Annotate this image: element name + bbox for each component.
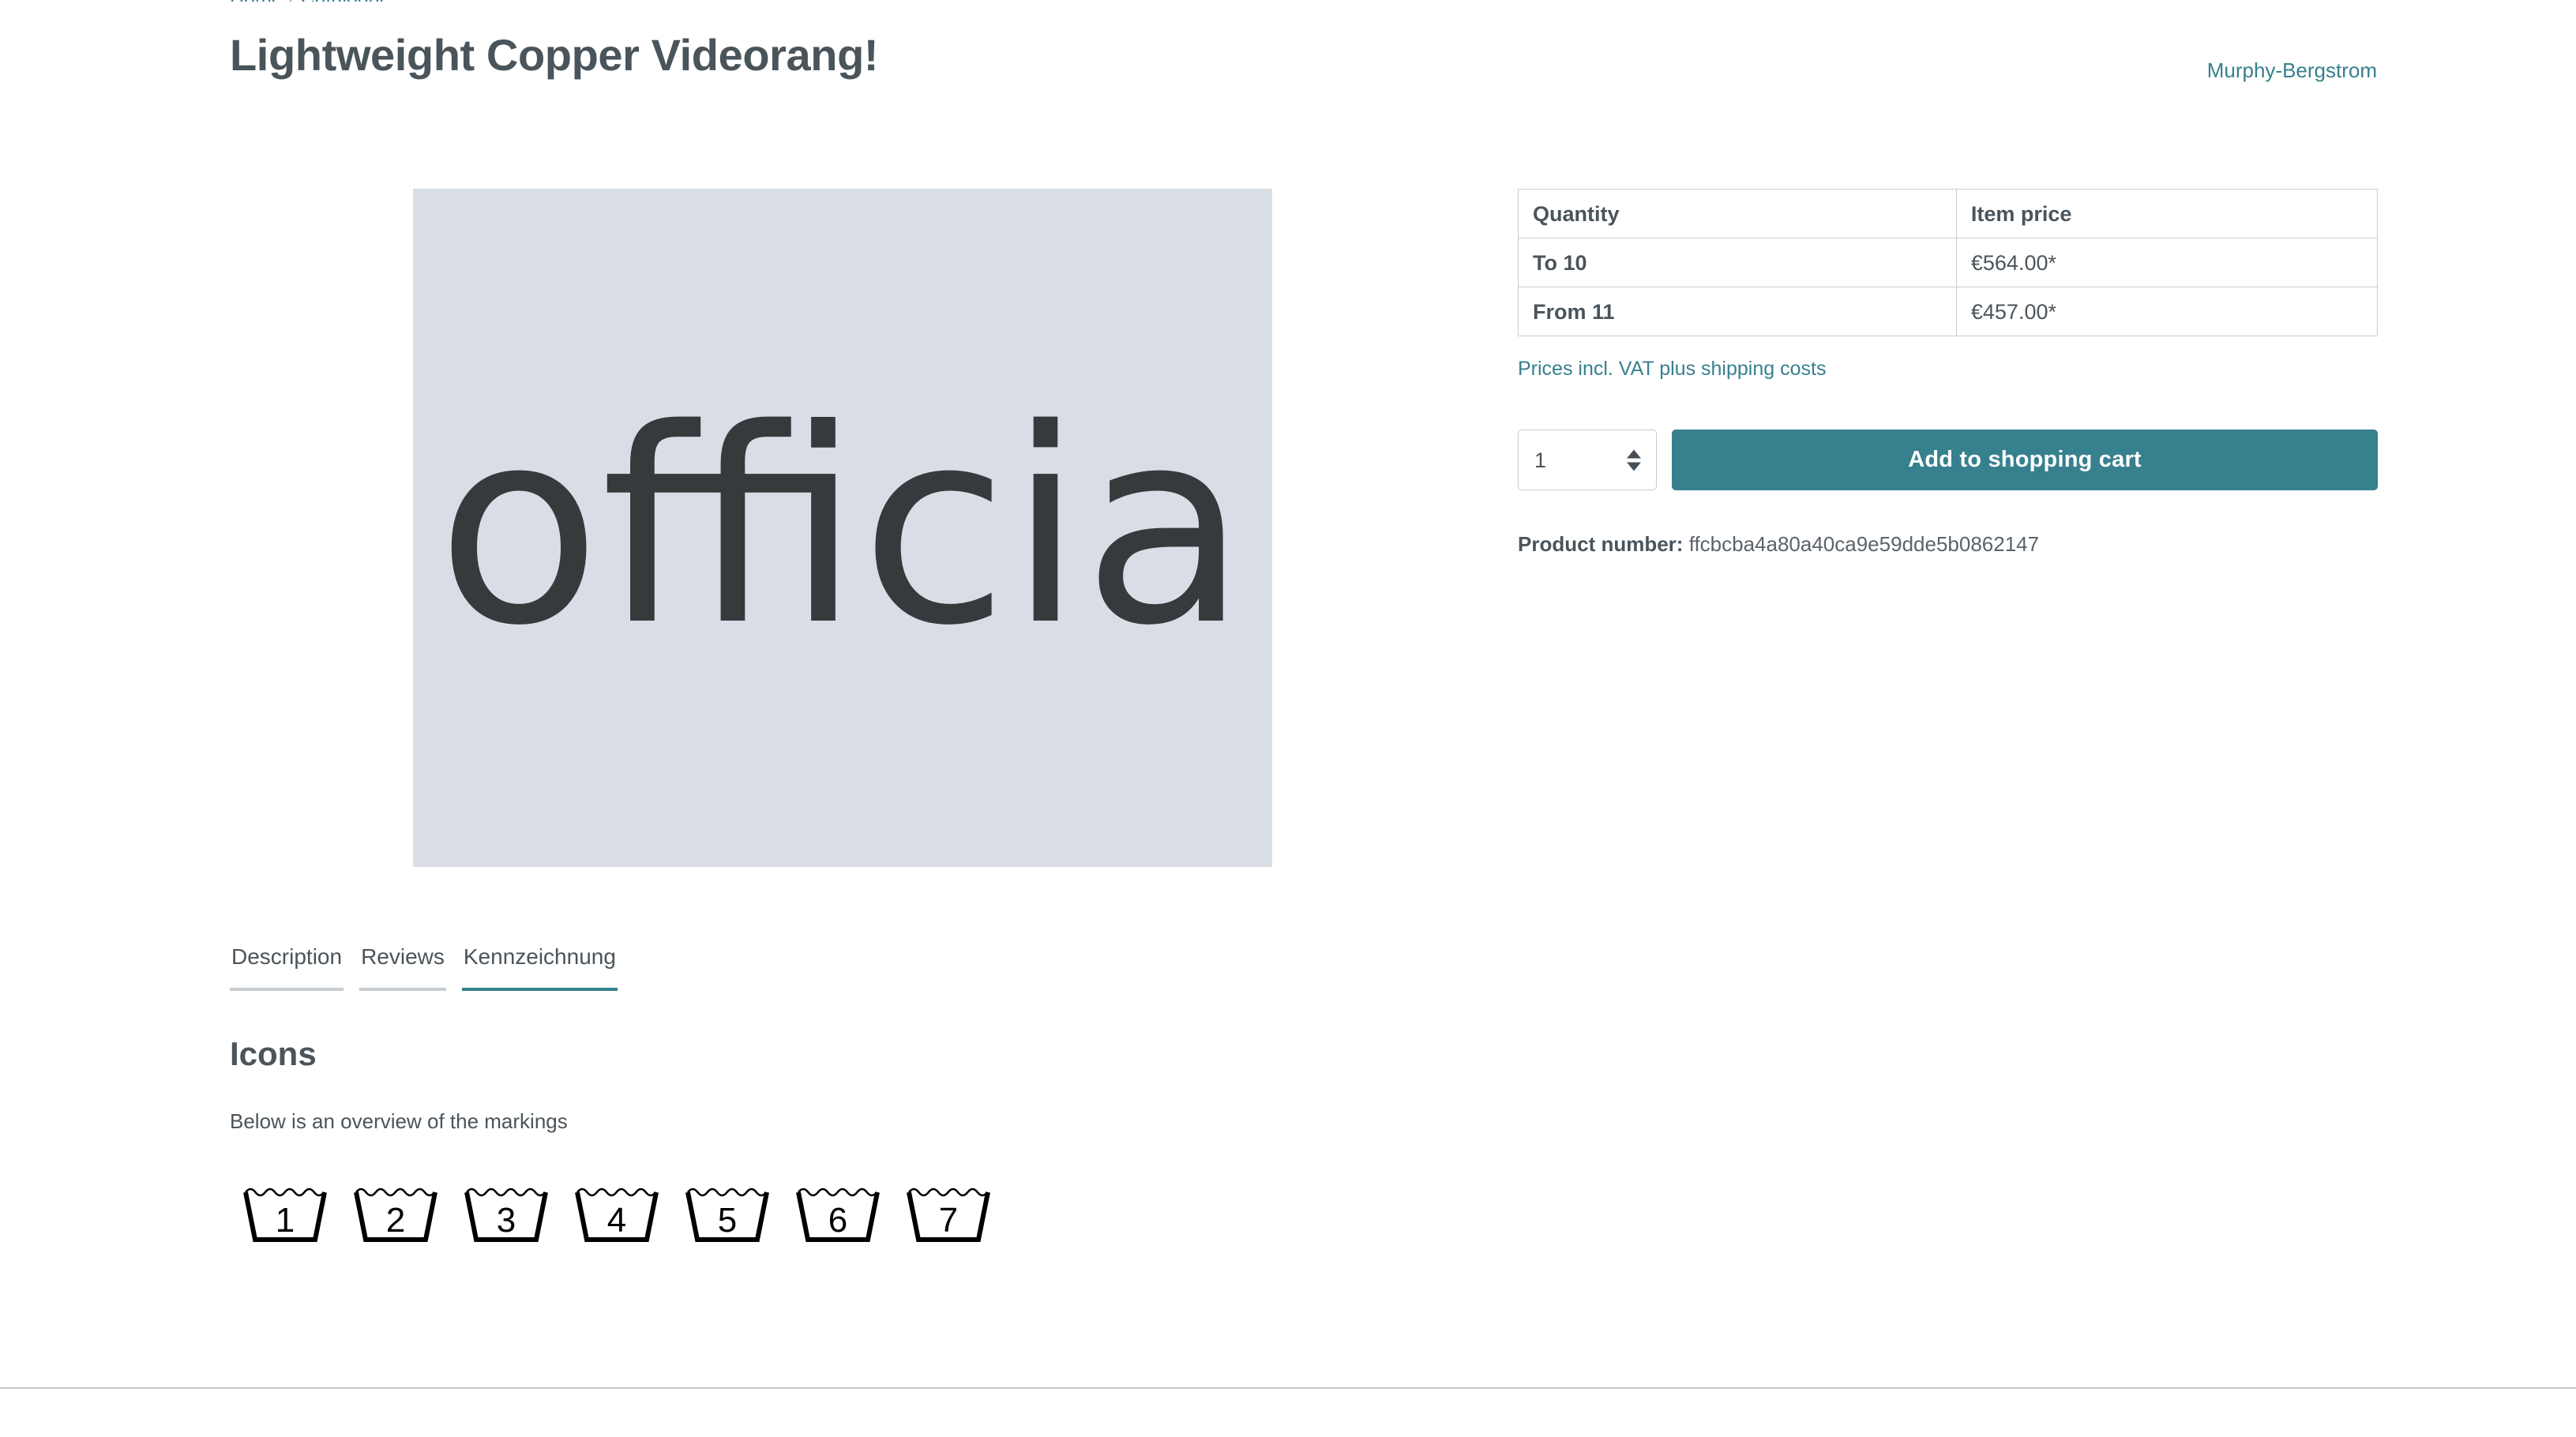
cell-quantity-tier-2: From 11 [1518, 287, 1957, 336]
breadcrumb-item-home[interactable]: Home [230, 0, 283, 2]
tab-kennzeichnung[interactable]: Kennzeichnung [461, 944, 618, 991]
column-header-item-price: Item price [1955, 189, 2379, 238]
buy-box: Quantity Item price To 10 €564.00* From … [1518, 189, 2379, 557]
page-title: Lightweight Copper Videorang! [230, 30, 879, 80]
care-icon-number: 3 [497, 1201, 516, 1240]
panel-subtitle: Below is an overview of the markings [230, 1109, 568, 1133]
care-icon-number: 5 [718, 1201, 737, 1240]
quantity-select-wrapper: 1 [1518, 430, 1657, 490]
tab-reviews[interactable]: Reviews [359, 944, 446, 991]
cell-price-tier-1: €564.00* [1955, 238, 2379, 287]
quantity-select[interactable]: 1 [1518, 430, 1657, 490]
tab-description[interactable]: Description [230, 944, 344, 991]
product-number-value: ffcbcba4a80a40ca9e59dde5b0862147 [1688, 532, 2040, 556]
tax-shipping-note-link[interactable]: Prices incl. VAT plus shipping costs [1518, 357, 1826, 381]
product-image-placeholder-text: officia [437, 371, 1248, 685]
washtub-icon-2: 2 [354, 1187, 437, 1242]
product-detail-page: Home/Catalogue Lightweight Copper Videor… [0, 0, 2576, 1437]
washtub-icon-5: 5 [685, 1187, 769, 1242]
washtub-icon-4: 4 [575, 1187, 659, 1242]
product-number-label: Product number: [1518, 532, 1684, 556]
care-icon-number: 7 [939, 1201, 958, 1240]
care-icon-row: 1 2 3 4 5 6 7 [230, 1180, 2362, 1248]
buy-row: 1 Add to shopping cart [1518, 430, 2378, 490]
care-icon-number: 4 [607, 1201, 626, 1240]
add-to-cart-button[interactable]: Add to shopping cart [1672, 430, 2378, 490]
care-icon-number: 2 [386, 1201, 405, 1240]
washtub-icon-1: 1 [243, 1187, 327, 1242]
care-icon-number: 1 [276, 1201, 295, 1240]
washtub-icon-6: 6 [796, 1187, 880, 1242]
column-header-quantity: Quantity [1518, 189, 1957, 238]
cell-price-tier-2: €457.00* [1955, 287, 2379, 336]
tab-panel-kennzeichnung: Icons Below is an overview of the markin… [230, 1034, 2362, 1248]
price-table: Quantity Item price To 10 €564.00* From … [1518, 189, 2379, 336]
breadcrumb-item-catalogue[interactable]: Catalogue [301, 0, 391, 2]
product-tabs: Description Reviews Kennzeichnung [230, 944, 618, 991]
product-image[interactable]: officia [413, 189, 1272, 867]
panel-heading: Icons [230, 1035, 317, 1072]
manufacturer-link[interactable]: Murphy-Bergstrom [2207, 58, 2377, 82]
table-row: To 10 €564.00* [1518, 238, 2379, 287]
cell-quantity-tier-1: To 10 [1518, 238, 1957, 287]
care-icon-number: 6 [828, 1201, 847, 1240]
product-number: Product number: ffcbcba4a80a40ca9e59dde5… [1518, 531, 2378, 557]
breadcrumb: Home/Catalogue [230, 0, 391, 2]
breadcrumb-separator: / [283, 0, 301, 2]
washtub-icon-3: 3 [464, 1187, 548, 1242]
table-header-row: Quantity Item price [1518, 189, 2379, 238]
washtub-icon-7: 7 [907, 1187, 990, 1242]
footer-divider [0, 1387, 2576, 1389]
table-row: From 11 €457.00* [1518, 287, 2379, 336]
